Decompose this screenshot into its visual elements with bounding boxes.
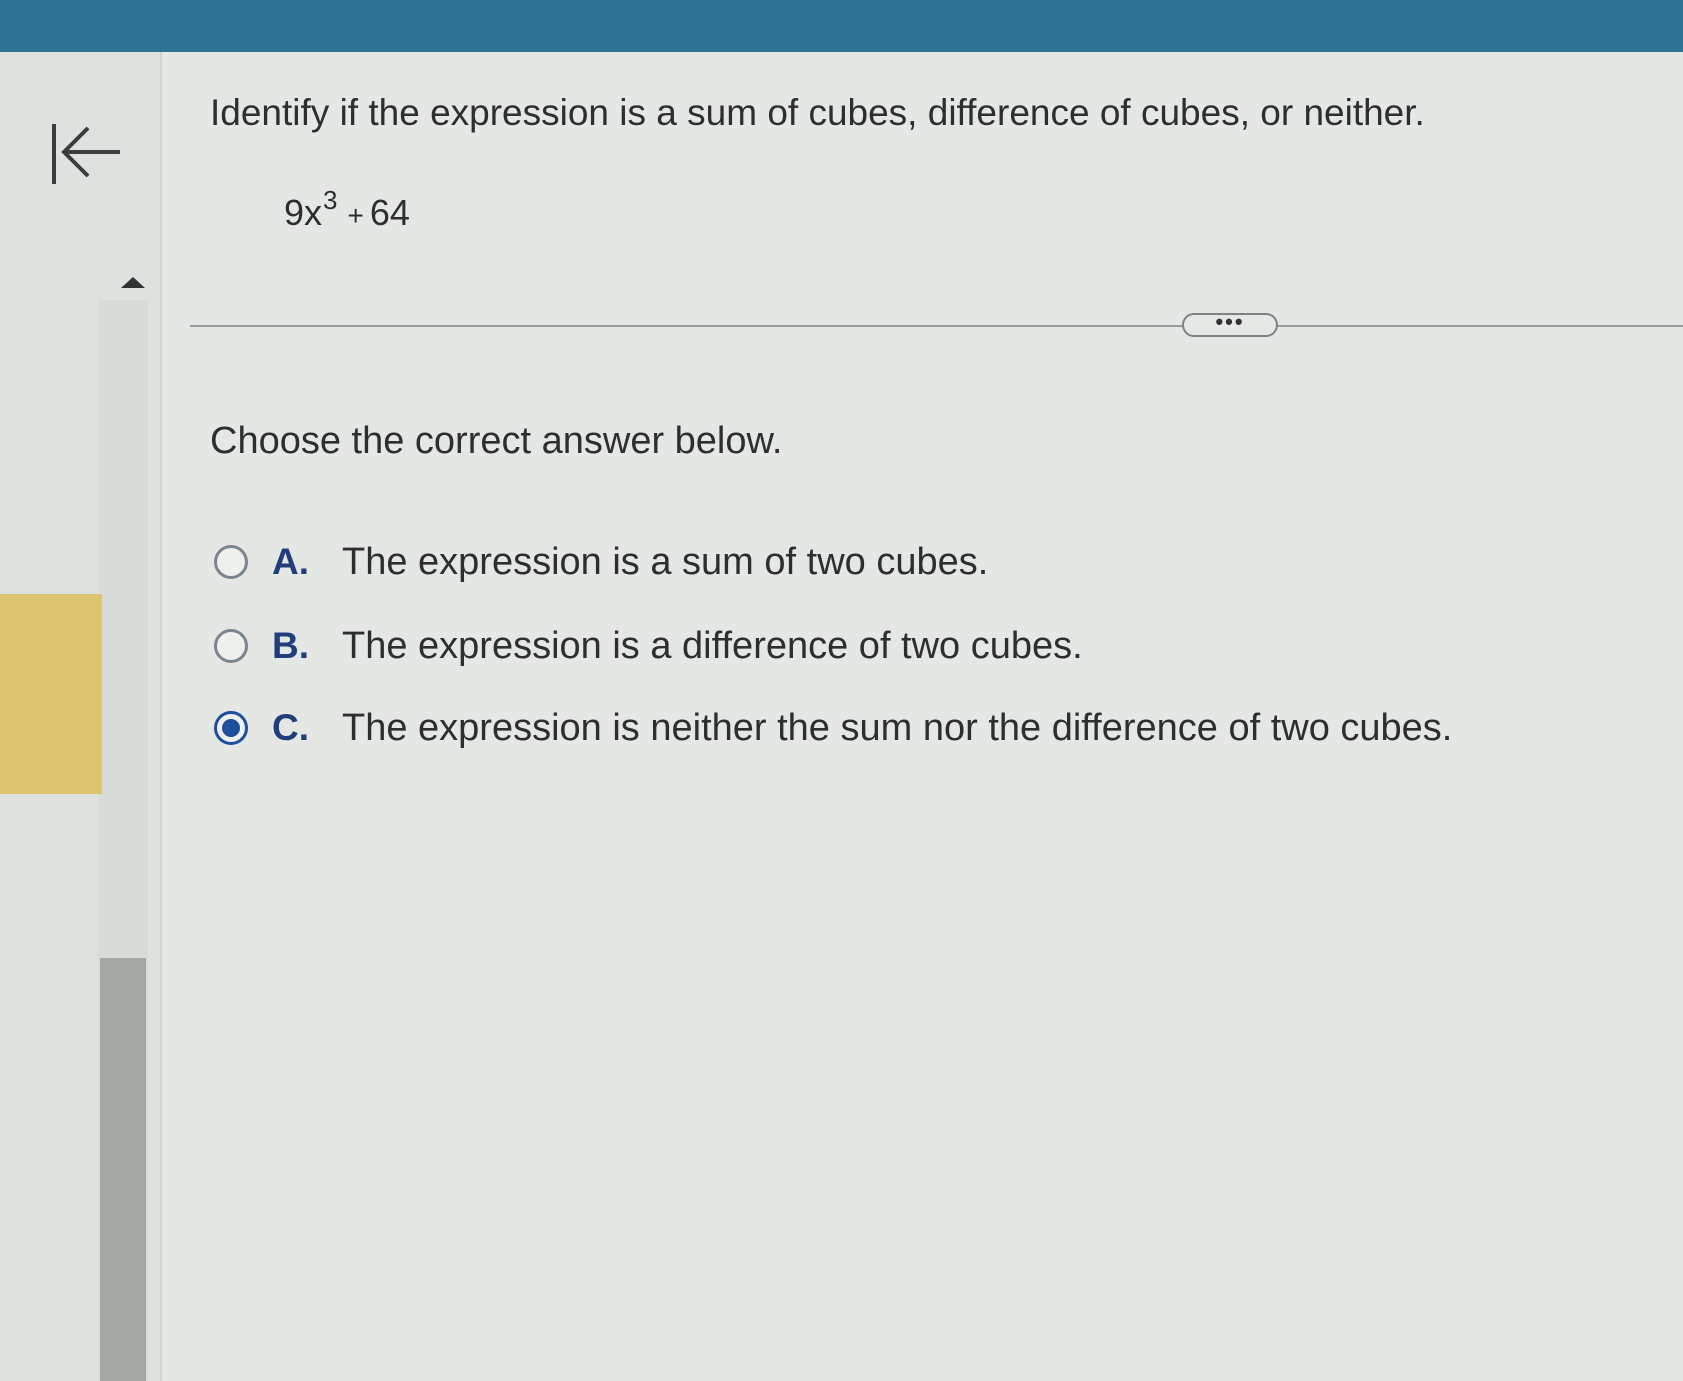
answer-option-c[interactable]: C. The expression is neither the sum nor… (214, 704, 1452, 752)
top-header-bar (0, 0, 1683, 52)
option-letter-c: C. (272, 707, 309, 748)
radio-button-c-selected[interactable] (214, 711, 248, 745)
caret-up-icon[interactable] (118, 272, 148, 292)
option-text-a: The expression is a sum of two cubes. (342, 540, 989, 583)
section-divider (190, 325, 1683, 327)
option-letter-b: B. (272, 625, 309, 666)
math-expression: 9x3 +64 (284, 185, 410, 234)
answer-instruction: Choose the correct answer below. (210, 420, 783, 462)
option-text-c: The expression is neither the sum nor th… (342, 706, 1453, 749)
option-text-b: The expression is a difference of two cu… (342, 624, 1083, 667)
collapse-left-arrow-icon[interactable] (48, 118, 124, 190)
radio-button-a[interactable] (214, 545, 248, 579)
expression-operator: + (347, 200, 364, 231)
option-letter-a: A. (272, 541, 309, 582)
question-prompt: Identify if the expression is a sum of c… (210, 92, 1425, 133)
sidebar-scrollbar-thumb[interactable] (100, 958, 146, 1381)
expression-exponent: 3 (323, 185, 338, 215)
expression-base: 9x (284, 192, 323, 233)
expression-constant: 64 (369, 192, 410, 233)
answer-option-b[interactable]: B. The expression is a difference of two… (214, 622, 1083, 670)
question-highlight-tab[interactable] (0, 594, 102, 794)
radio-button-b[interactable] (214, 629, 248, 663)
more-options-button[interactable]: ••• (1182, 311, 1278, 337)
answer-option-a[interactable]: A. The expression is a sum of two cubes. (214, 538, 988, 586)
